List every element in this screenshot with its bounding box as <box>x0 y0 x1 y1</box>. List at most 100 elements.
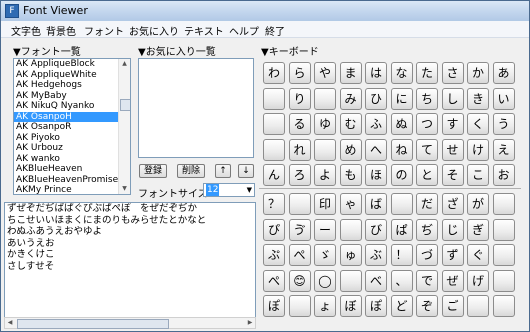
keyboard-key[interactable]: と <box>416 164 438 186</box>
favorites-list[interactable] <box>138 58 254 158</box>
text-horizontal-scrollbar[interactable]: ◀ ▶ <box>4 317 256 329</box>
move-down-button[interactable]: ↓ <box>238 164 254 178</box>
keyboard-key[interactable]: ぴ <box>263 218 285 241</box>
keyboard-key[interactable]: へ <box>365 138 387 161</box>
keyboard-key[interactable]: く <box>467 113 489 135</box>
keyboard-key[interactable]: ！ <box>390 244 413 266</box>
keyboard-key[interactable] <box>492 244 515 266</box>
keyboard-key[interactable] <box>492 218 515 241</box>
keyboard-key[interactable]: れ <box>288 138 311 161</box>
scroll-right-arrow-icon[interactable]: ▶ <box>245 318 255 328</box>
keyboard-key[interactable]: づ <box>416 244 438 266</box>
keyboard-key[interactable] <box>314 87 336 110</box>
keyboard-key[interactable]: え <box>492 138 515 161</box>
scroll-left-arrow-icon[interactable]: ◀ <box>5 318 15 328</box>
keyboard-key[interactable]: ぬ <box>390 113 413 135</box>
keyboard-key[interactable] <box>492 269 515 292</box>
keyboard-key[interactable]: も <box>339 164 362 186</box>
keyboard-key[interactable]: ？ <box>263 193 285 215</box>
keyboard-key[interactable]: い <box>492 87 515 110</box>
keyboard-key[interactable]: 印 <box>314 193 336 215</box>
keyboard-key[interactable]: ゃ <box>339 193 362 215</box>
font-list[interactable]: AK AppliqueBlock AK AppliqueWhite AK Hedge… <box>13 58 131 195</box>
keyboard-key[interactable]: 、 <box>390 269 413 292</box>
font-list-item[interactable]: AKBlueHeavenPromised <box>14 175 130 186</box>
keyboard-key[interactable]: ね <box>390 138 413 161</box>
keyboard-key[interactable]: あ <box>492 62 515 84</box>
keyboard-key[interactable]: け <box>467 138 489 161</box>
keyboard-key[interactable]: す <box>441 113 464 135</box>
font-list-item[interactable]: AK Hedgehogs <box>14 80 130 91</box>
delete-button[interactable]: 削除 <box>177 164 205 178</box>
keyboard-key[interactable]: ぺ <box>263 269 285 292</box>
keyboard-key[interactable]: ひ <box>365 87 387 110</box>
keyboard-key[interactable]: ぼ <box>339 295 362 317</box>
font-list-item[interactable]: AK AppliqueBlock <box>14 59 130 70</box>
move-up-button[interactable]: ↑ <box>215 164 231 178</box>
keyboard-key[interactable]: た <box>416 62 438 84</box>
keyboard-key[interactable]: む <box>339 113 362 135</box>
keyboard-key[interactable] <box>263 113 285 135</box>
keyboard-key[interactable]: ろ <box>288 164 311 186</box>
keyboard-key[interactable]: せ <box>441 138 464 161</box>
keyboard-key[interactable]: り <box>288 87 311 110</box>
menu-text[interactable]: テキスト <box>184 23 224 38</box>
menu-help[interactable]: ヘルプ <box>229 23 259 38</box>
keyboard-key[interactable]: ゆ <box>314 113 336 135</box>
keyboard-key[interactable]: 😊 <box>288 269 311 292</box>
keyboard-key[interactable]: ど <box>390 295 413 317</box>
font-size-select[interactable]: 12 ▼ <box>203 183 255 197</box>
keyboard-key[interactable]: ゅ <box>339 244 362 266</box>
keyboard-key[interactable]: だ <box>416 193 438 215</box>
keyboard-key[interactable]: ぐ <box>467 244 489 266</box>
sample-text-area[interactable]: ずぜぞだぢばぱぐぴぷぱぺぽ をぜだぞぢか ちこせいいほまくにまのりもみらせたとかな… <box>4 202 256 320</box>
keyboard-key[interactable]: ゔ <box>288 218 311 241</box>
keyboard-key[interactable]: ま <box>339 62 362 84</box>
keyboard-key[interactable]: お <box>492 164 515 186</box>
keyboard-key[interactable]: ず <box>441 244 464 266</box>
keyboard-key[interactable]: わ <box>263 62 285 84</box>
keyboard-key[interactable] <box>288 193 311 215</box>
keyboard-key[interactable]: ぎ <box>467 218 489 241</box>
keyboard-key[interactable]: つ <box>416 113 438 135</box>
keyboard-key[interactable]: る <box>288 113 311 135</box>
keyboard-key[interactable]: に <box>390 87 413 110</box>
keyboard-key[interactable]: ぢ <box>416 218 438 241</box>
keyboard-key[interactable]: や <box>314 62 336 84</box>
keyboard-key[interactable]: ご <box>441 295 464 317</box>
keyboard-key[interactable]: べ <box>365 269 387 292</box>
font-list-item[interactable]: AK Piyoko <box>14 133 130 144</box>
keyboard-key[interactable]: ー <box>314 218 336 241</box>
font-list-scrollbar[interactable]: ▲ ▼ <box>118 59 130 194</box>
keyboard-key[interactable]: で <box>416 269 438 292</box>
keyboard-key[interactable]: げ <box>467 269 489 292</box>
keyboard-key[interactable] <box>263 87 285 110</box>
keyboard-key[interactable]: ぱ <box>390 218 413 241</box>
keyboard-key[interactable]: ◯ <box>314 269 336 292</box>
keyboard-key[interactable]: そ <box>441 164 464 186</box>
font-list-item[interactable]: AK NikuQ Nyanko <box>14 101 130 112</box>
keyboard-key[interactable] <box>467 295 489 317</box>
keyboard-key[interactable]: ぽ <box>263 295 285 317</box>
keyboard-key[interactable] <box>339 218 362 241</box>
menu-text-color[interactable]: 文字色 <box>11 23 41 38</box>
keyboard-key[interactable]: ば <box>365 193 387 215</box>
register-button[interactable]: 登録 <box>139 164 167 178</box>
keyboard-key[interactable]: き <box>467 87 489 110</box>
keyboard-key[interactable]: ぞ <box>416 295 438 317</box>
menu-background-color[interactable]: 背景色 <box>46 23 76 38</box>
scroll-thumb[interactable] <box>120 99 130 111</box>
scroll-up-arrow-icon[interactable]: ▲ <box>119 59 130 69</box>
keyboard-key[interactable]: み <box>339 87 362 110</box>
keyboard-key[interactable] <box>263 138 285 161</box>
keyboard-key[interactable]: ぺ <box>288 244 311 266</box>
keyboard-key[interactable] <box>314 138 336 161</box>
font-list-item[interactable]: AK Urbouz <box>14 143 130 154</box>
keyboard-key[interactable]: ょ <box>314 295 336 317</box>
keyboard-key[interactable]: よ <box>314 164 336 186</box>
keyboard-key[interactable]: ち <box>416 87 438 110</box>
keyboard-key[interactable]: ぷ <box>263 244 285 266</box>
keyboard-key[interactable]: じ <box>441 218 464 241</box>
scroll-down-arrow-icon[interactable]: ▼ <box>119 184 130 194</box>
keyboard-key[interactable] <box>339 269 362 292</box>
